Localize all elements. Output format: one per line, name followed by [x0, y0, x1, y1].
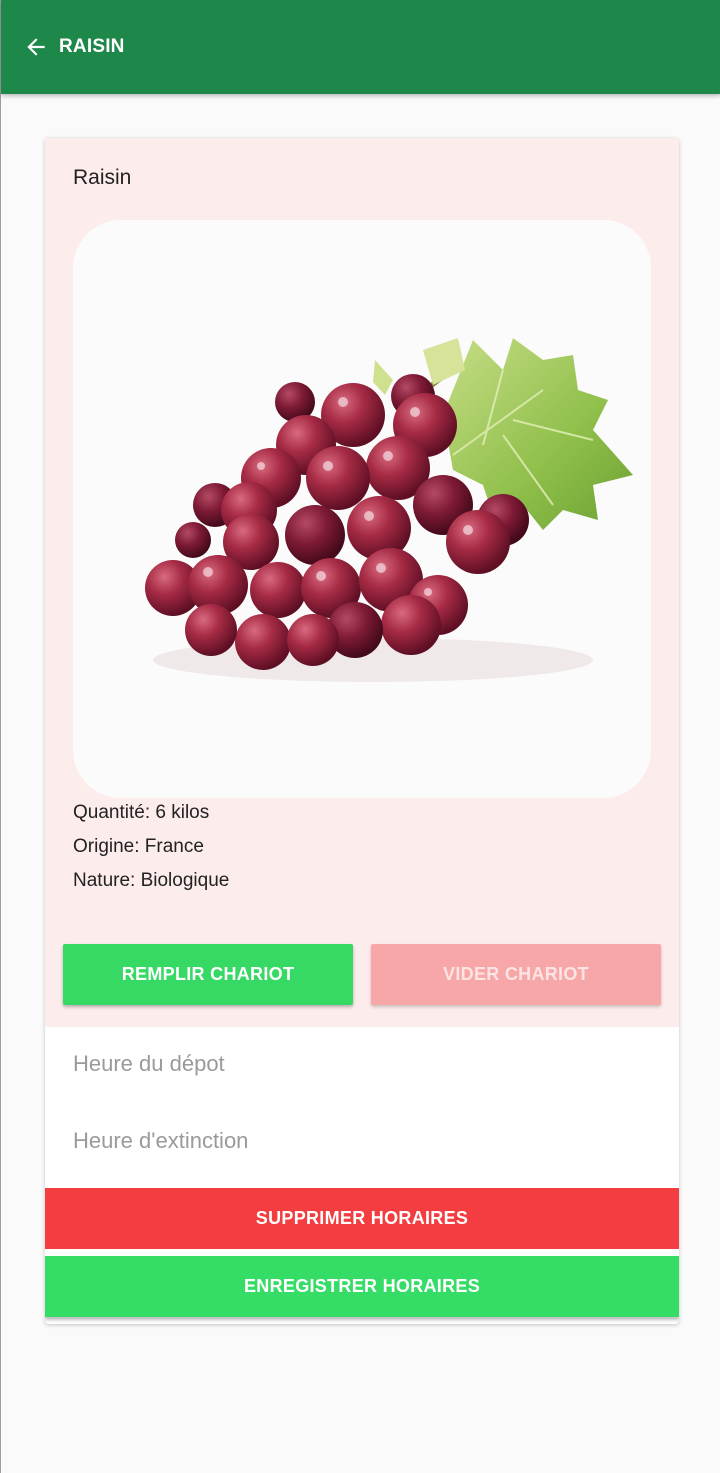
product-details: Raisin Quantité: 6 kilos Origine: France…	[45, 138, 679, 1027]
delete-schedule-button[interactable]: SUPPRIMER HORAIRES	[45, 1188, 679, 1249]
origin-text: Origine: France	[73, 836, 204, 857]
app-bar: RAISIN	[1, 0, 720, 94]
grapes-image	[145, 338, 633, 682]
save-schedule-button[interactable]: ENREGISTRER HORAIRES	[45, 1256, 679, 1317]
extinction-time-field[interactable]: Heure d'extinction	[73, 1128, 248, 1154]
app-title: RAISIN	[59, 36, 125, 57]
empty-cart-button[interactable]: VIDER CHARIOT	[371, 944, 661, 1005]
quantity-text: Quantité: 6 kilos	[73, 802, 210, 823]
product-image	[73, 220, 651, 798]
arrow-left-icon	[27, 38, 45, 56]
fill-cart-button[interactable]: REMPLIR CHARIOT	[63, 944, 353, 1005]
product-title: Raisin	[73, 166, 132, 189]
nature-text: Nature: Biologique	[73, 870, 230, 891]
deposit-time-field[interactable]: Heure du dépot	[73, 1051, 225, 1077]
back-button[interactable]	[21, 32, 51, 62]
product-card: Raisin Quantité: 6 kilos Origine: France…	[45, 138, 679, 1324]
